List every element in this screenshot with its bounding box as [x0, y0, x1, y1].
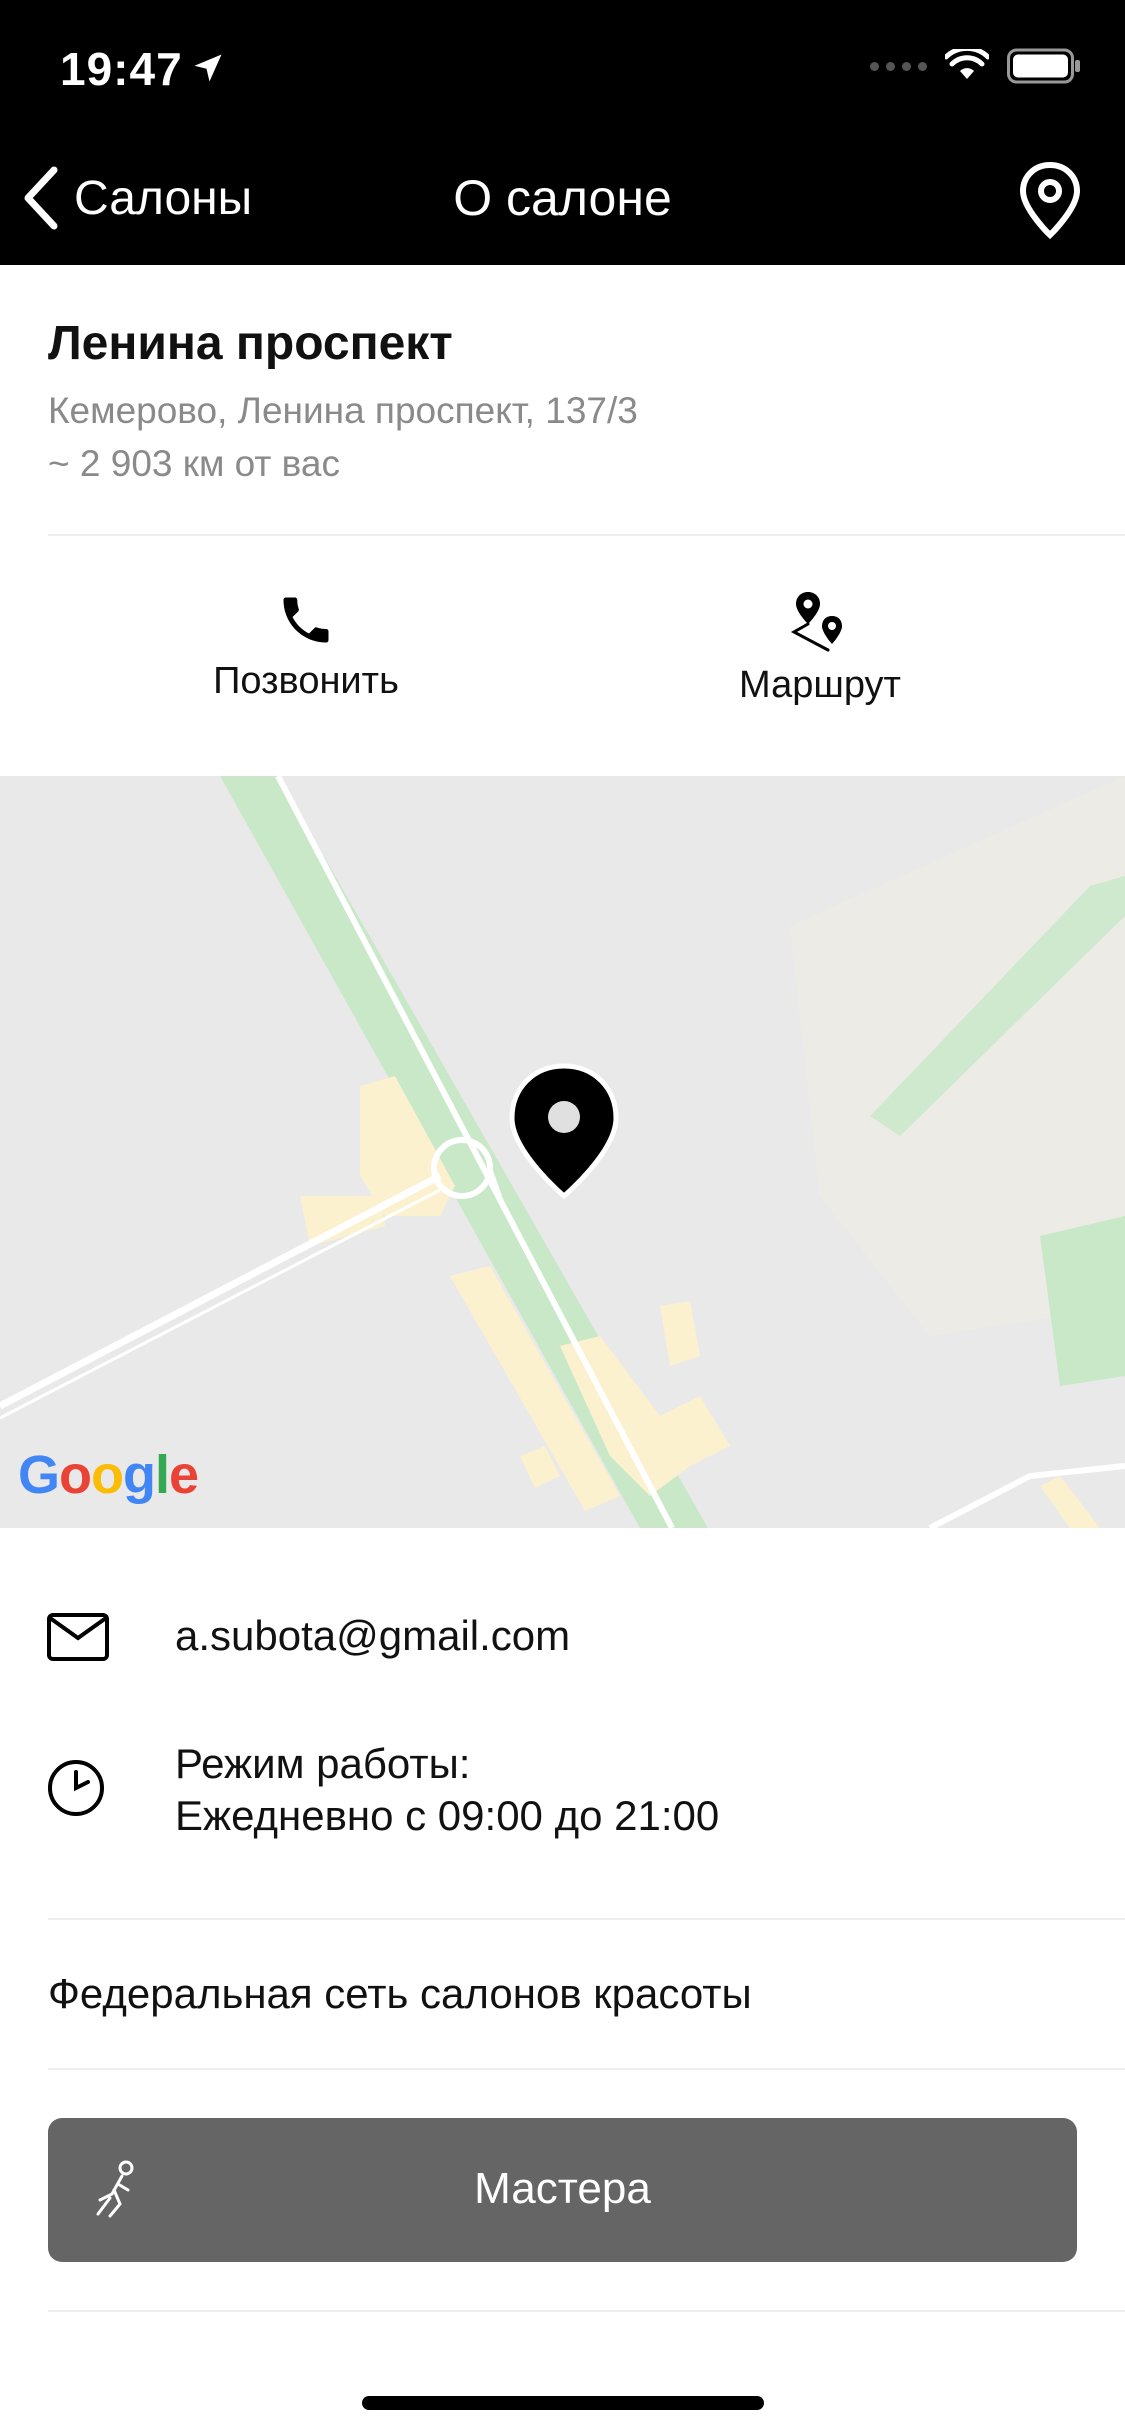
- call-button[interactable]: Позвонить: [156, 590, 456, 730]
- clock-icon: [48, 1760, 104, 1816]
- mail-icon: [47, 1613, 109, 1661]
- location-arrow-icon: [194, 54, 222, 82]
- phone-icon: [283, 597, 329, 643]
- page-title: О салоне: [453, 170, 672, 226]
- salon-distance: ~ 2 903 км от вас: [48, 443, 340, 484]
- masters-button[interactable]: Мастера: [48, 2118, 1077, 2262]
- status-bar: 19:47: [0, 0, 1125, 135]
- status-indicators: [870, 48, 1081, 84]
- hours-label: Режим работы:: [175, 1740, 471, 1787]
- divider: [48, 1918, 1125, 1920]
- wifi-icon: [945, 49, 989, 79]
- google-logo: Google: [18, 1445, 199, 1505]
- divider: [48, 534, 1125, 536]
- map-pin-icon[interactable]: [1017, 161, 1083, 241]
- salon-address: Кемерово, Ленина проспект, 137/3: [48, 390, 638, 431]
- route-button-label: Маршрут: [739, 664, 901, 706]
- home-indicator[interactable]: [362, 2396, 764, 2410]
- signal-icon: [870, 61, 927, 71]
- masters-button-label: Мастера: [474, 2164, 651, 2213]
- hours-value: Ежедневно с 09:00 до 21:00: [175, 1792, 720, 1839]
- map-view[interactable]: Google: [0, 776, 1125, 1528]
- navigation-bar: Салоны О салоне: [0, 135, 1125, 265]
- divider: [48, 2068, 1125, 2070]
- call-button-label: Позвонить: [213, 660, 399, 702]
- salon-name: Ленина проспект: [48, 317, 453, 370]
- divider: [48, 2310, 1125, 2312]
- route-button[interactable]: Маршрут: [670, 590, 970, 730]
- route-icon: [790, 592, 842, 652]
- email-link[interactable]: a.subota@gmail.com: [175, 1612, 570, 1660]
- salon-description: Федеральная сеть салонов красоты: [48, 1970, 752, 2017]
- map-tiles: [0, 776, 1125, 1528]
- status-time: 19:47: [60, 43, 183, 95]
- battery-icon: [1007, 48, 1080, 84]
